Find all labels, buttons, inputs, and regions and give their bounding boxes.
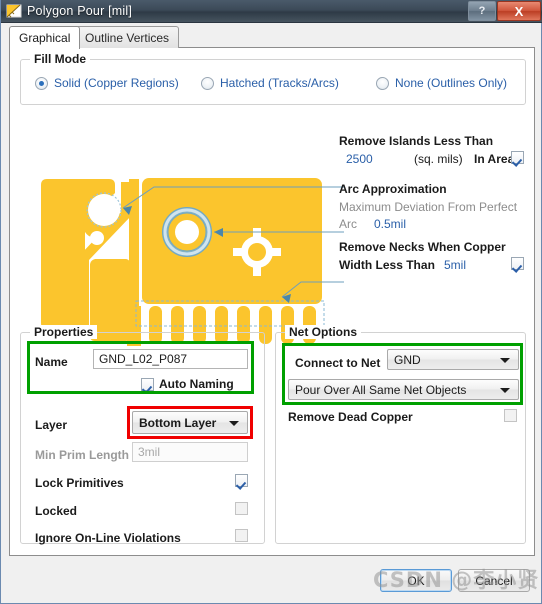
ok-button-label: OK [407, 573, 425, 588]
radio-hatched[interactable]: Hatched (Tracks/Arcs) [201, 76, 339, 90]
remove-islands-suffix: In Area [474, 152, 515, 166]
name-label: Name [35, 355, 68, 369]
auto-naming-checkbox[interactable] [141, 377, 154, 391]
radio-solid[interactable]: Solid (Copper Regions) [35, 76, 179, 90]
remove-necks-title: Remove Necks When Copper [339, 240, 506, 254]
ignore-online-violations-label: Ignore On-Line Violations [35, 531, 181, 545]
chevron-down-icon [500, 387, 510, 393]
arc-approximation-title: Arc Approximation [339, 182, 447, 196]
remove-dead-copper-checkbox[interactable] [504, 409, 517, 422]
chevron-down-icon [229, 420, 239, 426]
locked-label: Locked [35, 504, 78, 518]
window-title: Polygon Pour [mil] [27, 4, 133, 18]
polygon-icon [6, 4, 22, 18]
tab-graphical[interactable]: Graphical [9, 26, 81, 49]
arc-approximation-label2: Arc [339, 217, 357, 231]
remove-islands-title: Remove Islands Less Than [339, 134, 494, 148]
ignore-online-violations-checkbox[interactable] [235, 529, 248, 542]
auto-naming-row[interactable]: Auto Naming [141, 377, 234, 391]
tab-outline-vertices[interactable]: Outline Vertices [75, 26, 180, 48]
close-button[interactable]: X [497, 1, 541, 21]
lock-primitives-label: Lock Primitives [35, 476, 124, 490]
lock-primitives-checkbox[interactable] [235, 474, 248, 487]
remove-islands-units: (sq. mils) [414, 152, 463, 166]
ok-button[interactable]: OK [380, 569, 452, 592]
title-bar[interactable]: Polygon Pour [mil] ? X [1, 0, 542, 23]
cancel-button-label: Cancel [475, 573, 513, 588]
locked-checkbox[interactable] [235, 502, 248, 515]
layer-combobox-value: Bottom Layer [139, 415, 217, 430]
auto-naming-label: Auto Naming [159, 377, 234, 391]
min-prim-length-input: 3mil [132, 442, 248, 462]
pour-mode-combobox[interactable]: Pour Over All Same Net Objects [288, 379, 519, 400]
radio-none-label: None (Outlines Only) [395, 76, 508, 90]
connect-to-net-label: Connect to Net [295, 356, 381, 370]
connect-to-net-value: GND [394, 352, 421, 367]
radio-solid-label: Solid (Copper Regions) [54, 76, 179, 90]
properties-title: Properties [30, 325, 98, 339]
polygon-pour-dialog: Polygon Pour [mil] ? X Graphical Outline… [0, 0, 542, 604]
name-input[interactable]: GND_L02_P087 [93, 349, 248, 369]
tab-panel-graphical: Fill Mode Solid (Copper Regions) Hatched… [9, 47, 535, 556]
radio-solid-indicator[interactable] [35, 76, 48, 90]
radio-hatched-indicator[interactable] [201, 76, 214, 90]
help-button[interactable]: ? [468, 1, 496, 21]
arc-approximation-desc: Maximum Deviation From Perfect [339, 200, 518, 214]
net-options-title: Net Options [285, 325, 361, 339]
radio-none[interactable]: None (Outlines Only) [376, 76, 507, 90]
fill-mode-group: Fill Mode Solid (Copper Regions) Hatched… [20, 52, 526, 105]
remove-dead-copper-label: Remove Dead Copper [288, 410, 413, 424]
remove-necks-label2: Width Less Than [339, 258, 435, 272]
layer-label: Layer [35, 418, 68, 432]
chevron-down-icon [500, 357, 510, 363]
cancel-button[interactable]: Cancel [458, 569, 530, 592]
tab-outline-vertices-label: Outline Vertices [85, 30, 170, 45]
connect-to-net-combobox[interactable]: GND [387, 349, 519, 370]
radio-none-indicator[interactable] [376, 76, 389, 90]
remove-necks-value[interactable]: 5mil [444, 258, 466, 272]
remove-islands-checkbox[interactable] [511, 151, 524, 164]
arc-approximation-value[interactable]: 0.5mil [374, 217, 406, 231]
tab-strip: Graphical Outline Vertices [9, 26, 535, 49]
window-controls: ? X [467, 1, 541, 21]
min-prim-length-label: Min Prim Length [35, 448, 129, 462]
remove-islands-value[interactable]: 2500 [346, 152, 373, 166]
fill-mode-title: Fill Mode [30, 52, 90, 66]
remove-necks-checkbox[interactable] [511, 257, 524, 270]
layer-combobox[interactable]: Bottom Layer [132, 411, 248, 434]
tab-graphical-label: Graphical [19, 31, 71, 45]
pour-mode-value: Pour Over All Same Net Objects [295, 382, 467, 397]
radio-hatched-label: Hatched (Tracks/Arcs) [220, 76, 339, 90]
